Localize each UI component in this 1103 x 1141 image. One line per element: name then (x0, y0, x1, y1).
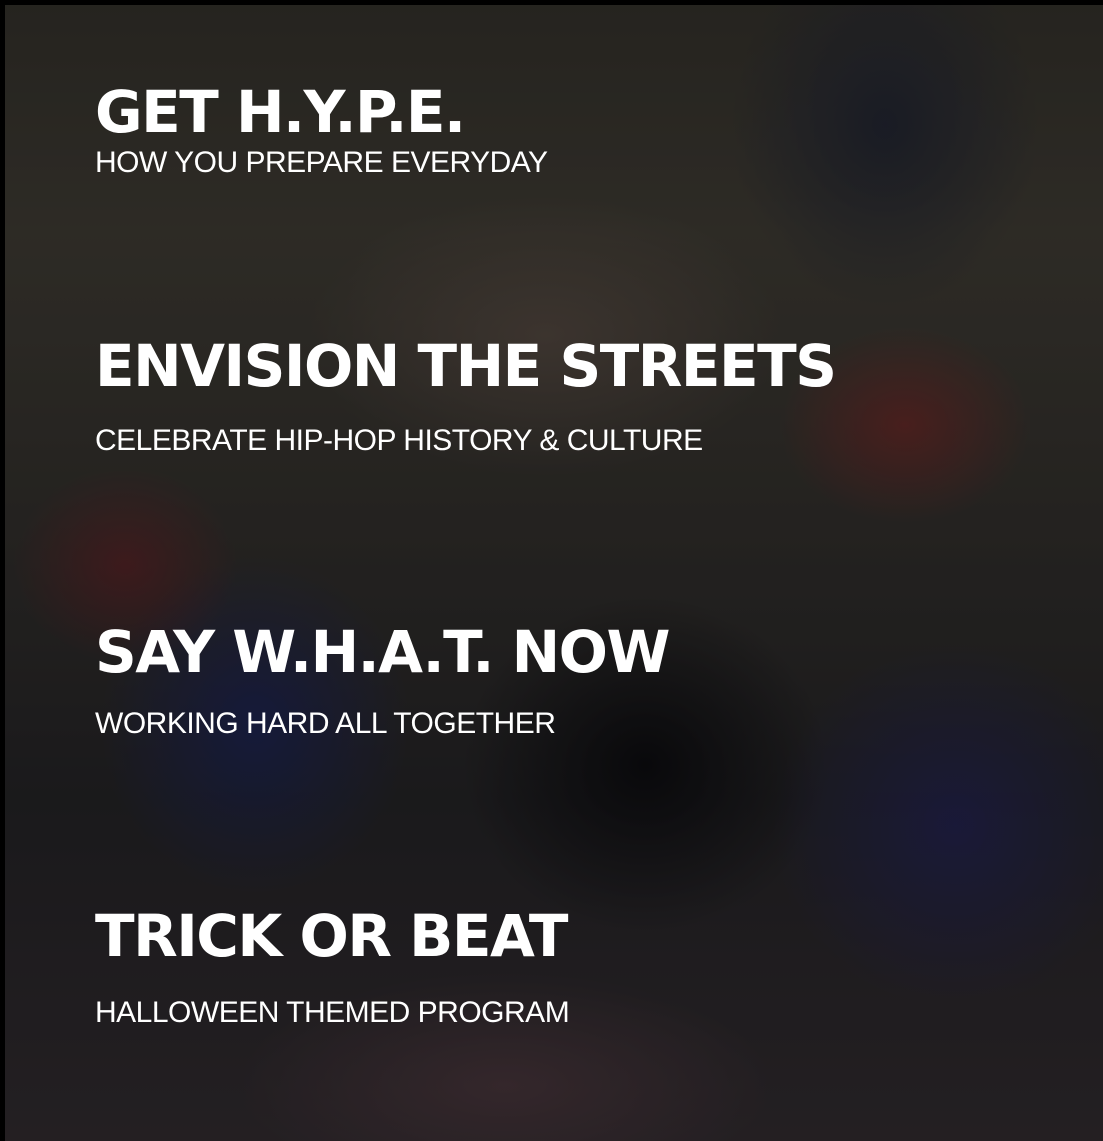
program-list: GET H.Y.P.E. HOW YOU PREPARE EVERYDAY EN… (95, 0, 1055, 1141)
program-item-envision-the-streets: ENVISION THE STREETS CELEBRATE HIP-HOP H… (95, 332, 837, 458)
program-title: GET H.Y.P.E. (95, 78, 466, 146)
program-item-say-what-now: SAY W.H.A.T. NOW WORKING HARD ALL TOGETH… (95, 618, 670, 741)
program-subtitle: HALLOWEEN THEMED PROGRAM (95, 996, 570, 1029)
program-title: ENVISION THE STREETS (95, 332, 837, 400)
program-item-get-hype: GET H.Y.P.E. HOW YOU PREPARE EVERYDAY (95, 80, 548, 180)
program-subtitle: HOW YOU PREPARE EVERYDAY (95, 146, 548, 179)
program-item-trick-or-beat: TRICK OR BEAT HALLOWEEN THEMED PROGRAM (95, 902, 570, 1030)
program-subtitle: CELEBRATE HIP-HOP HISTORY & CULTURE (95, 424, 703, 457)
program-subtitle: WORKING HARD ALL TOGETHER (95, 707, 556, 740)
program-title: SAY W.H.A.T. NOW (95, 618, 670, 686)
program-title: TRICK OR BEAT (95, 902, 568, 970)
programs-hero: GET H.Y.P.E. HOW YOU PREPARE EVERYDAY EN… (0, 0, 1103, 1141)
